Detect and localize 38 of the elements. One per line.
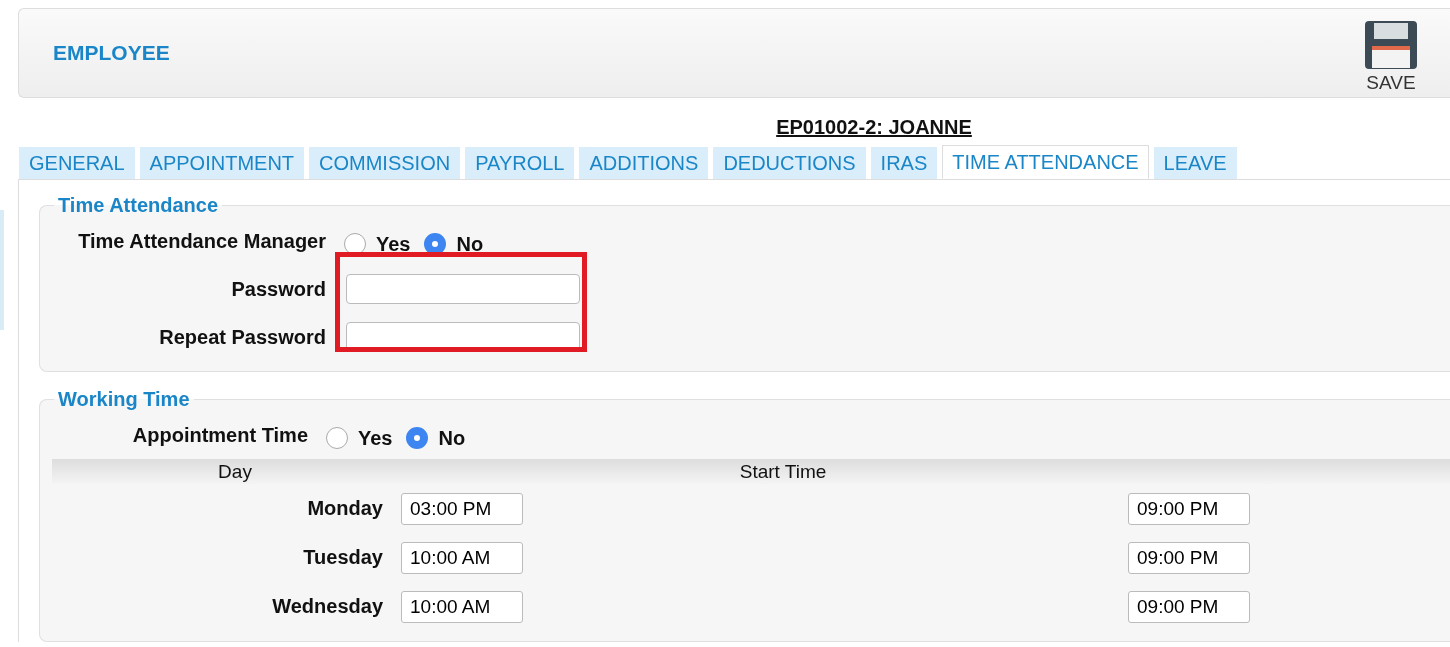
start-time-field[interactable]: 10:00 AM — [401, 541, 523, 574]
day-label: Wednesday — [271, 595, 384, 618]
tab[interactable]: LEAVE — [1153, 147, 1237, 179]
day-label: Tuesday — [302, 546, 384, 569]
page-title: EMPLOYEE — [53, 41, 170, 65]
tab[interactable]: APPOINTMENT — [139, 147, 305, 179]
section-legend: Time Attendance — [54, 194, 223, 217]
end-time-field[interactable]: 09:00 PM — [1128, 541, 1250, 574]
tab[interactable]: GENERAL — [19, 147, 135, 179]
day-label: Monday — [306, 497, 384, 520]
field-label: Repeat Password — [158, 325, 327, 349]
tab[interactable]: DEDUCTIONS — [713, 147, 866, 179]
radio-button[interactable] — [424, 233, 447, 255]
start-time-field[interactable]: 10:00 AM — [401, 590, 523, 623]
start-time-field[interactable]: 03:00 PM — [401, 492, 523, 525]
radio-button[interactable] — [326, 427, 348, 449]
radio-button[interactable] — [344, 233, 366, 255]
tab[interactable]: TIME ATTENDANCE — [942, 145, 1149, 179]
radio-label: No — [438, 426, 466, 450]
radio-label: Yes — [358, 426, 393, 450]
tab[interactable]: ADDITIONS — [579, 147, 709, 179]
password-field[interactable] — [346, 274, 580, 304]
field-label: Password — [230, 277, 327, 301]
section-legend: Working Time — [54, 388, 194, 411]
column-header: Start Time — [738, 460, 828, 483]
tab[interactable]: PAYROLL — [465, 147, 575, 179]
column-header: Day — [217, 460, 253, 483]
tab[interactable]: COMMISSION — [309, 147, 461, 179]
record-title: EP01002-2: JOANNE — [775, 116, 973, 139]
radio-label: No — [456, 232, 484, 256]
field-label: Appointment Time — [131, 423, 309, 447]
save-button[interactable]: SAVE — [1364, 12, 1418, 94]
end-time-field[interactable]: 09:00 PM — [1128, 492, 1250, 525]
tab[interactable]: IRAS — [870, 147, 938, 179]
end-time-field[interactable]: 09:00 PM — [1128, 590, 1250, 623]
field-label: Time Attendance Manager — [77, 229, 327, 253]
radio-label: Yes — [376, 232, 411, 256]
radio-button[interactable] — [406, 427, 429, 449]
